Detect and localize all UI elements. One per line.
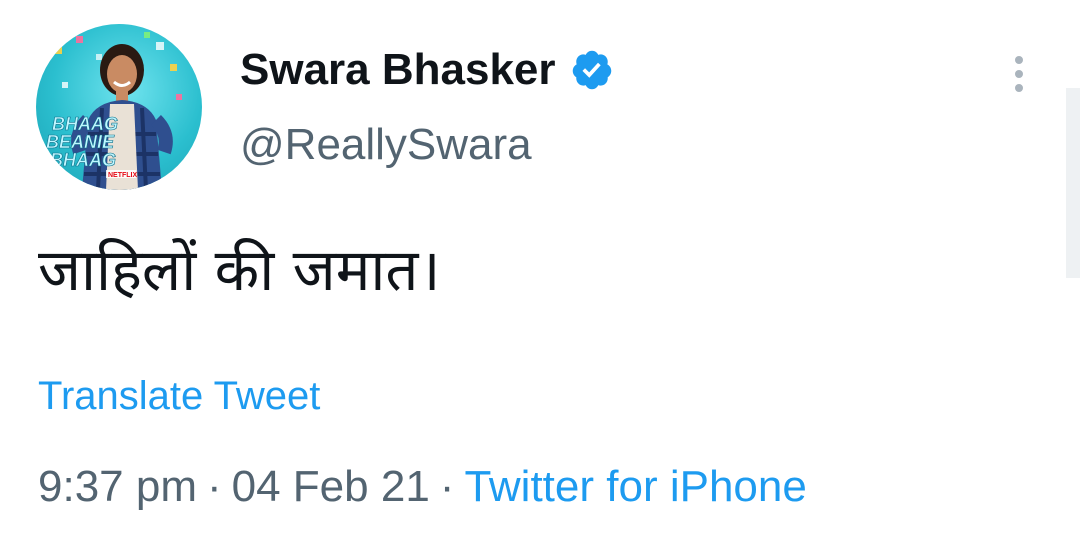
tweet-time[interactable]: 9:37 pm: [38, 462, 197, 511]
avatar-image: BHAAG BEANIE BHAAG NETFLIX: [46, 32, 182, 190]
tweet-date[interactable]: 04 Feb 21: [232, 462, 430, 511]
name-row: Swara Bhasker: [240, 40, 614, 100]
meta-separator: ·: [206, 462, 222, 511]
poster-title-line-1: BHAAG: [52, 114, 118, 134]
verified-badge-icon: [572, 50, 611, 90]
poster-title-line-2: BEANIE: [46, 132, 115, 152]
tweet-meta: 9:37 pm · 04 Feb 21 · Twitter for iPhone: [38, 462, 807, 512]
tweet-source-link[interactable]: Twitter for iPhone: [464, 462, 806, 511]
translate-tweet-link[interactable]: Translate Tweet: [38, 374, 320, 419]
scrollbar[interactable]: [1066, 88, 1080, 278]
poster-title-line-3: BHAAG: [50, 150, 116, 170]
user-handle[interactable]: @ReallySwara: [240, 120, 532, 170]
display-name[interactable]: Swara Bhasker: [240, 45, 556, 95]
poster-badge: NETFLIX: [108, 172, 137, 179]
meta-separator: ·: [439, 462, 455, 511]
more-vertical-icon[interactable]: [1006, 52, 1032, 96]
tweet-card: BHAAG BEANIE BHAAG NETFLIX Swara Bhasker…: [0, 0, 1080, 534]
tweet-text: जाहिलों की जमात।: [38, 236, 441, 304]
avatar[interactable]: BHAAG BEANIE BHAAG NETFLIX: [36, 24, 202, 190]
